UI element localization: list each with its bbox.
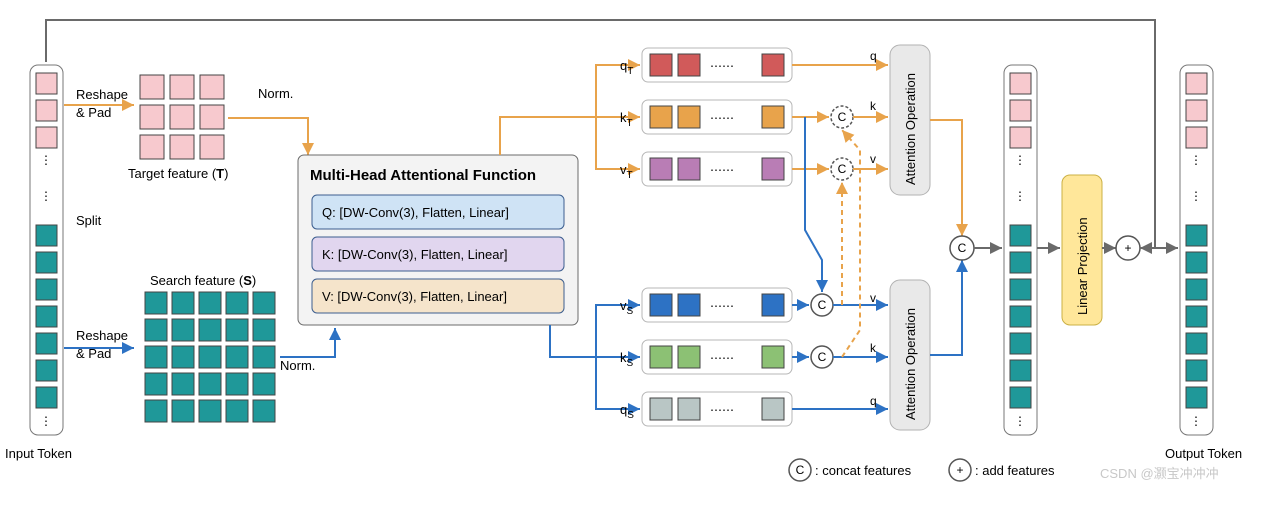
arrow-S-to-maf (280, 328, 335, 357)
svg-text:⋮: ⋮ (1190, 189, 1202, 203)
input-token-column: ⋮ ⋮ ⋮ (30, 65, 63, 435)
reshape-pad-top-2: & Pad (76, 105, 111, 120)
svg-text:+: + (956, 463, 963, 477)
output-token-label: Output Token (1165, 446, 1242, 461)
qT-row: ⋯⋯ (642, 48, 792, 82)
svg-text:Attention Operation: Attention Operation (903, 73, 918, 185)
label-k-top: k (870, 99, 877, 113)
svg-text:⋮: ⋮ (1190, 414, 1202, 428)
maf-block: Multi-Head Attentional Function Q: [DW-C… (298, 155, 578, 325)
svg-text:⋮: ⋮ (1014, 189, 1026, 203)
mid-token-column: ⋮ ⋮ ⋮ (1004, 65, 1037, 435)
svg-text:⋮: ⋮ (40, 153, 52, 167)
maf-title: Multi-Head Attentional Function (310, 167, 536, 184)
search-feature-label: Search feature (S) (150, 273, 256, 288)
svg-text:Attention Operation: Attention Operation (903, 308, 918, 420)
svg-text:: concat features: : concat features (815, 463, 912, 478)
reshape-pad-top-1: Reshape (76, 87, 128, 102)
target-feature-label: Target feature (T) (128, 166, 228, 181)
svg-text:⋯⋯: ⋯⋯ (710, 111, 734, 125)
arrow-maf-to-S-branch (550, 325, 625, 357)
svg-text:C: C (796, 463, 805, 477)
svg-text:⋮: ⋮ (40, 414, 52, 428)
arrow-T-to-maf (228, 118, 308, 155)
norm-top: Norm. (258, 86, 293, 101)
svg-text:Linear Projection: Linear Projection (1075, 217, 1090, 315)
search-feature-grid (145, 292, 275, 422)
svg-text:⋯⋯: ⋯⋯ (710, 351, 734, 365)
add-symbol: + (1124, 241, 1131, 255)
skip-connection (46, 20, 1155, 248)
svg-text:⋮: ⋮ (1014, 153, 1026, 167)
label-v-bottom: v (870, 291, 876, 305)
kT-row: ⋯⋯ (642, 100, 792, 134)
svg-text:⋯⋯: ⋯⋯ (710, 59, 734, 73)
attention-operation-top: Attention Operation (890, 45, 930, 195)
kT-label: kT (620, 110, 633, 129)
kS-label: kS (620, 350, 634, 369)
vS-row: ⋯⋯ (642, 288, 792, 322)
qT-label: qT (620, 58, 633, 77)
concat-kT: C (838, 110, 847, 124)
svg-text:⋮: ⋮ (1190, 153, 1202, 167)
svg-text:⋯⋯: ⋯⋯ (710, 299, 734, 313)
linear-projection: Linear Projection (1062, 175, 1102, 325)
label-k-bottom: k (870, 341, 877, 355)
target-feature-grid (140, 75, 224, 159)
svg-text:⋯⋯: ⋯⋯ (710, 403, 734, 417)
arrow-maf-to-T-branch (500, 117, 625, 155)
input-token-label: Input Token (5, 446, 72, 461)
maf-k: K: [DW-Conv(3), Flatten, Linear] (322, 247, 507, 262)
maf-v: V: [DW-Conv(3), Flatten, Linear] (322, 289, 507, 304)
svg-text:⋯⋯: ⋯⋯ (710, 163, 734, 177)
norm-bottom: Norm. (280, 358, 315, 373)
attention-operation-bottom: Attention Operation (890, 280, 930, 430)
maf-q: Q: [DW-Conv(3), Flatten, Linear] (322, 205, 509, 220)
svg-text:⋮: ⋮ (40, 189, 52, 203)
vS-label: vS (620, 298, 634, 317)
kS-row: ⋯⋯ (642, 340, 792, 374)
svg-text:: add features: : add features (975, 463, 1055, 478)
concat-kS: C (818, 350, 827, 364)
label-q-bottom: q (870, 394, 877, 408)
reshape-pad-bottom-1: Reshape (76, 328, 128, 343)
split-label: Split (76, 213, 102, 228)
label-q-top: q (870, 49, 877, 63)
qS-label: qS (620, 402, 634, 421)
vT-label: vT (620, 162, 633, 181)
watermark: CSDN @灏宝冲冲冲 (1100, 466, 1219, 481)
vT-row: ⋯⋯ (642, 152, 792, 186)
output-token-column: ⋮ ⋮ ⋮ (1180, 65, 1213, 435)
svg-text:⋮: ⋮ (1014, 414, 1026, 428)
concat-after-attention: C (958, 241, 967, 255)
qS-row: ⋯⋯ (642, 392, 792, 426)
label-v-top: v (870, 152, 876, 166)
legend: C : concat features + : add features (789, 459, 1055, 481)
